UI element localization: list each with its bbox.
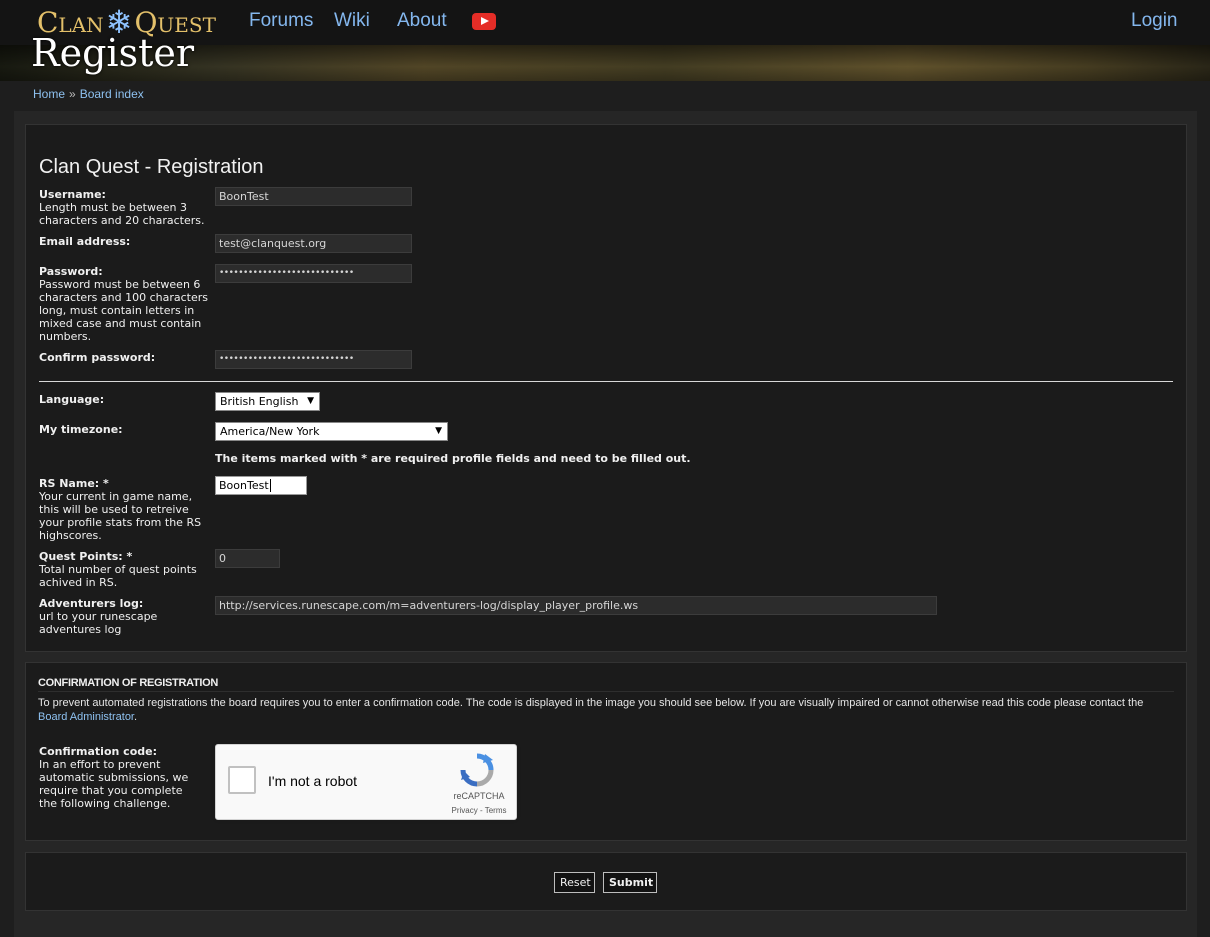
board-administrator-link[interactable]: Board Administrator — [38, 711, 134, 723]
timezone-select[interactable]: America/New York ▼ — [215, 422, 448, 441]
form-title: Clan Quest - Registration — [39, 156, 264, 178]
adventurers-log-input[interactable]: http://services.runescape.com/m=adventur… — [215, 596, 937, 615]
recaptcha-checkbox[interactable] — [228, 766, 256, 794]
recaptcha-logo-icon — [460, 753, 494, 787]
confirm-password-input[interactable]: •••••••••••••••••••••••••••• — [215, 350, 412, 369]
submit-button[interactable]: Submit — [603, 872, 657, 893]
language-select[interactable]: British English ▼ — [215, 392, 320, 411]
rs-name-label: RS Name: * — [39, 477, 109, 490]
quest-points-label: Quest Points: * — [39, 550, 133, 563]
quest-points-explain: Total number of quest points achived in … — [39, 563, 197, 589]
confirm-password-label: Confirm password: — [39, 351, 156, 364]
quest-points-input[interactable]: 0 — [215, 549, 280, 568]
confirmation-code-label: Confirmation code: — [39, 745, 157, 758]
recaptcha-brand: reCAPTCHA — [453, 791, 505, 801]
chevron-down-icon: ▼ — [435, 426, 442, 436]
login-link[interactable]: Login — [1131, 10, 1178, 32]
recaptcha-privacy-link[interactable]: Privacy — [452, 806, 478, 815]
nav-forums-link[interactable]: Forums — [249, 10, 313, 32]
nav-wiki-link[interactable]: Wiki — [334, 10, 370, 32]
language-label: Language: — [39, 393, 105, 406]
reset-button[interactable]: Reset — [554, 872, 595, 893]
recaptcha-label: I'm not a robot — [268, 773, 358, 789]
page-title: Register — [31, 31, 195, 75]
timezone-label: My timezone: — [39, 423, 123, 436]
breadcrumb: Home » Board index — [33, 87, 144, 101]
email-label: Email address: — [39, 235, 131, 248]
recaptcha-terms: Privacy - Terms — [451, 806, 507, 815]
password-explain: Password must be between 6 characters an… — [39, 278, 208, 343]
breadcrumb-home[interactable]: Home — [33, 87, 65, 101]
username-label: Username: — [39, 188, 106, 201]
breadcrumb-separator: » — [69, 87, 76, 101]
email-input[interactable]: test@clanquest.org — [215, 234, 412, 253]
youtube-icon[interactable] — [472, 13, 496, 30]
nav-about-link[interactable]: About — [397, 10, 447, 32]
rs-name-input[interactable]: BoonTest — [215, 476, 307, 495]
username-input[interactable]: BoonTest — [215, 187, 412, 206]
confirmation-title: Confirmation of registration — [38, 677, 219, 689]
confirmation-text: To prevent automated registrations the b… — [38, 697, 1144, 723]
username-explain: Length must be between 3 characters and … — [39, 201, 205, 227]
required-fields-note: The items marked with * are required pro… — [215, 452, 691, 465]
recaptcha-terms-link[interactable]: Terms — [485, 806, 507, 815]
adventurers-log-explain: url to your runescape adventures log — [39, 610, 158, 636]
password-label: Password: — [39, 265, 103, 278]
chevron-down-icon: ▼ — [307, 396, 314, 406]
divider — [39, 381, 1173, 382]
recaptcha-widget: I'm not a robot reCAPTCHA Privacy - Term… — [215, 744, 517, 820]
rs-name-explain: Your current in game name, this will be … — [39, 490, 202, 542]
breadcrumb-board-index[interactable]: Board index — [80, 87, 144, 101]
confirmation-code-explain: In an effort to prevent automatic submis… — [39, 758, 189, 810]
adventurers-log-label: Adventurers log: — [39, 597, 144, 610]
confirmation-divider — [38, 691, 1174, 692]
password-input[interactable]: •••••••••••••••••••••••••••• — [215, 264, 412, 283]
